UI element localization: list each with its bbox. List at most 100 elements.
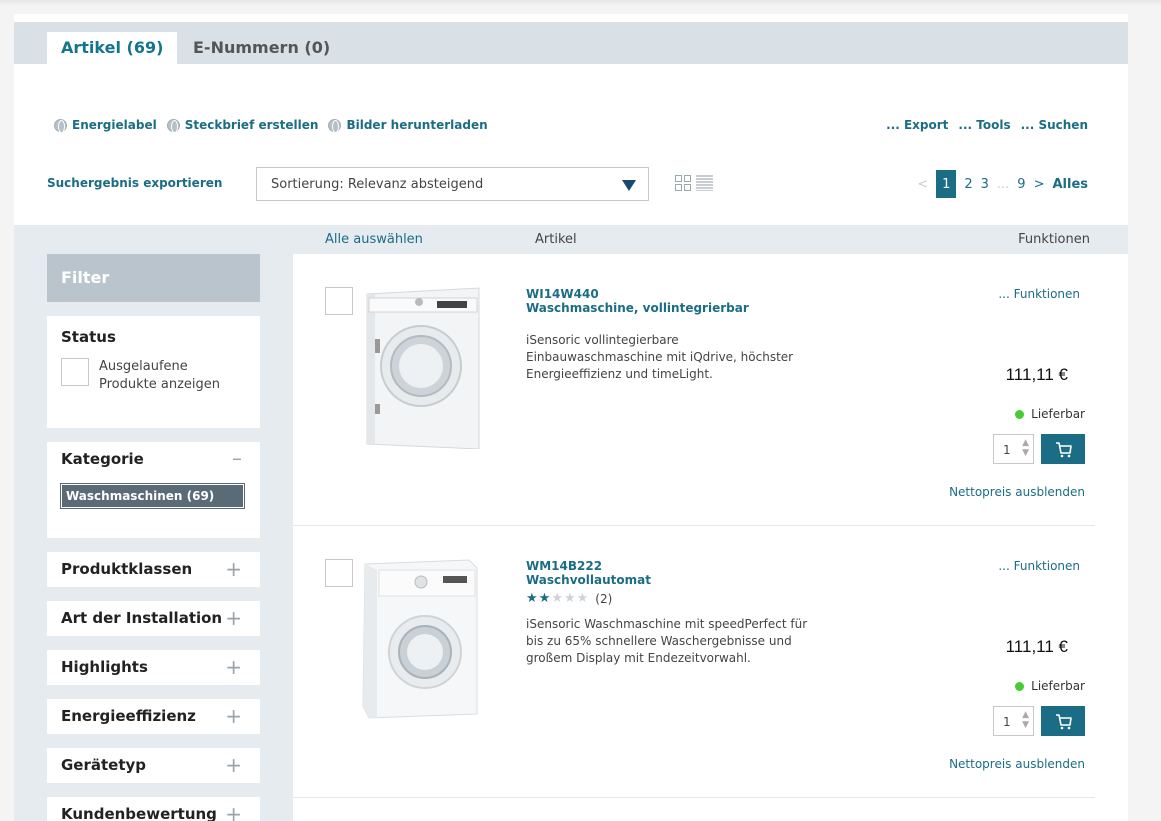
filter-header: Filter	[47, 254, 260, 302]
product-price: 111,11 €	[1005, 637, 1068, 656]
filter-energieeffizienz[interactable]: Energieeffizienz +	[47, 699, 260, 734]
expand-icon[interactable]: +	[225, 802, 242, 821]
globe-icon	[54, 118, 67, 133]
article-column-header: Artikel	[535, 232, 577, 247]
washing-machine-integrated-image[interactable]	[359, 284, 481, 449]
star-empty-icon: ★	[576, 591, 589, 606]
rating-stars[interactable]: ★ ★ ★ ★ ★ (2)	[526, 591, 816, 606]
pagination-page[interactable]: 3	[981, 177, 989, 192]
select-all-link[interactable]: Alle auswählen	[325, 232, 423, 247]
star-filled-icon: ★	[538, 591, 551, 606]
pagination-all[interactable]: Alles	[1052, 177, 1088, 192]
pagination-last[interactable]: 9	[1017, 177, 1025, 192]
tools-link[interactable]: ... Tools	[958, 118, 1010, 132]
quantity-value: 1	[1003, 443, 1011, 457]
pagination-ellipsis: ...	[996, 176, 1010, 192]
product-code[interactable]: WI14W440	[526, 287, 816, 301]
energielabel-label: Energielabel	[72, 118, 157, 132]
add-to-cart-button[interactable]	[1041, 434, 1085, 464]
filter-produktklassen[interactable]: Produktklassen +	[47, 552, 260, 587]
quantity-stepper[interactable]: 1 ▲ ▼	[993, 434, 1034, 464]
star-filled-icon: ★	[526, 591, 538, 606]
pagination-page[interactable]: 2	[964, 177, 972, 192]
discontinued-checkbox-row[interactable]: Ausgelaufene Produkte anzeigen	[61, 358, 246, 394]
washing-machine-image[interactable]	[359, 556, 481, 721]
filter-highlights[interactable]: Highlights +	[47, 650, 260, 685]
expand-icon[interactable]: +	[225, 606, 242, 630]
functions-column-header: Funktionen	[1018, 232, 1090, 247]
review-count[interactable]: (2)	[595, 592, 612, 606]
globe-icon	[328, 118, 342, 133]
kategorie-selected-chip[interactable]: Waschmaschinen (69)	[60, 483, 245, 509]
product-select-checkbox[interactable]	[325, 559, 353, 587]
availability-label: Lieferbar	[1031, 407, 1085, 421]
suchen-link[interactable]: ... Suchen	[1021, 118, 1088, 132]
availability-status: Lieferbar	[1015, 407, 1085, 421]
chevron-down-icon	[622, 180, 636, 191]
bilder-link[interactable]: Bilder herunterladen	[328, 118, 488, 133]
collapse-icon[interactable]: –	[232, 446, 242, 470]
status-title: Status	[61, 328, 116, 346]
product-item: WM14B222 Waschvollautomat ★ ★ ★ ★ ★ (2) …	[293, 526, 1095, 798]
pagination-prev[interactable]: <	[917, 177, 928, 192]
action-links: Energielabel Steckbrief erstellen Bilder…	[54, 118, 488, 133]
expand-icon[interactable]: +	[225, 655, 242, 679]
quantity-stepper[interactable]: 1 ▲ ▼	[993, 706, 1034, 736]
sort-select[interactable]: Sortierung: Relevanz absteigend	[256, 167, 649, 201]
quantity-value: 1	[1003, 715, 1011, 729]
cart-icon	[1056, 442, 1072, 458]
stepper-arrows-icon[interactable]: ▲ ▼	[1022, 438, 1029, 458]
list-header: Alle auswählen Artikel Funktionen	[293, 225, 1128, 254]
product-info: WI14W440 Waschmaschine, vollintegrierbar…	[526, 287, 816, 383]
functions-link[interactable]: ... Funktionen	[998, 559, 1080, 573]
expand-icon[interactable]: +	[225, 704, 242, 728]
list-view-icon[interactable]	[696, 175, 713, 191]
sort-value: Sortierung: Relevanz absteigend	[271, 177, 484, 192]
availability-label: Lieferbar	[1031, 679, 1085, 693]
net-price-toggle-link[interactable]: Nettopreis ausblenden	[949, 757, 1085, 771]
content-area: Alle auswählen Artikel Funktionen Filter…	[14, 225, 1128, 821]
bilder-label: Bilder herunterladen	[346, 118, 488, 132]
search-results-page: Artikel (69) E-Nummern (0) Energielabel …	[14, 14, 1128, 821]
expand-icon[interactable]: +	[225, 557, 242, 581]
product-name[interactable]: Waschvollautomat	[526, 573, 816, 587]
discontinued-label: Ausgelaufene Produkte anzeigen	[99, 359, 220, 392]
availability-dot-icon	[1015, 681, 1025, 691]
product-code[interactable]: WM14B222	[526, 559, 816, 573]
cart-icon	[1056, 714, 1072, 730]
product-select-checkbox[interactable]	[325, 287, 353, 315]
tab-e-nummern[interactable]: E-Nummern (0)	[179, 32, 344, 64]
product-item: WI14W440 Waschmaschine, vollintegrierbar…	[293, 254, 1095, 526]
product-info: WM14B222 Waschvollautomat ★ ★ ★ ★ ★ (2) …	[526, 559, 816, 667]
pagination-next[interactable]: >	[1034, 177, 1045, 192]
energielabel-link[interactable]: Energielabel	[54, 118, 157, 133]
expand-icon[interactable]: +	[225, 753, 242, 777]
kategorie-filter: Kategorie – Waschmaschinen (69)	[47, 442, 260, 538]
net-price-toggle-link[interactable]: Nettopreis ausblenden	[949, 485, 1085, 499]
status-filter: Status Ausgelaufene Produkte anzeigen	[47, 316, 260, 428]
product-description: iSensoric vollintegierbare Einbauwaschma…	[526, 333, 794, 381]
discontinued-checkbox[interactable]	[61, 358, 89, 386]
filter-geraetetyp[interactable]: Gerätetyp +	[47, 748, 260, 783]
add-to-cart-button[interactable]	[1041, 706, 1085, 736]
filter-art-der-installation[interactable]: Art der Installation +	[47, 601, 260, 636]
product-name[interactable]: Waschmaschine, vollintegrierbar	[526, 301, 816, 315]
steckbrief-link[interactable]: Steckbrief erstellen	[166, 118, 319, 133]
functions-link[interactable]: ... Funktionen	[998, 287, 1080, 301]
stepper-arrows-icon[interactable]: ▲ ▼	[1022, 710, 1029, 730]
pagination: < 1 2 3 ... 9 > Alles	[917, 170, 1088, 198]
product-list: WI14W440 Waschmaschine, vollintegrierbar…	[293, 254, 1128, 821]
kategorie-label: Kategorie	[61, 450, 144, 468]
kategorie-title[interactable]: Kategorie –	[61, 446, 246, 470]
globe-icon	[166, 118, 180, 133]
steckbrief-label: Steckbrief erstellen	[184, 118, 319, 132]
grid-view-icon[interactable]	[675, 175, 691, 191]
pagination-current[interactable]: 1	[936, 170, 957, 198]
export-link[interactable]: ... Export	[886, 118, 948, 132]
availability-dot-icon	[1015, 409, 1025, 419]
filter-kundenbewertung[interactable]: Kundenbewertung +	[47, 797, 260, 821]
star-empty-icon: ★	[551, 591, 563, 606]
tab-artikel[interactable]: Artikel (69)	[47, 32, 178, 64]
export-results-link[interactable]: Suchergebnis exportieren	[47, 176, 222, 190]
tab-bar: Artikel (69) E-Nummern (0)	[14, 22, 1128, 64]
